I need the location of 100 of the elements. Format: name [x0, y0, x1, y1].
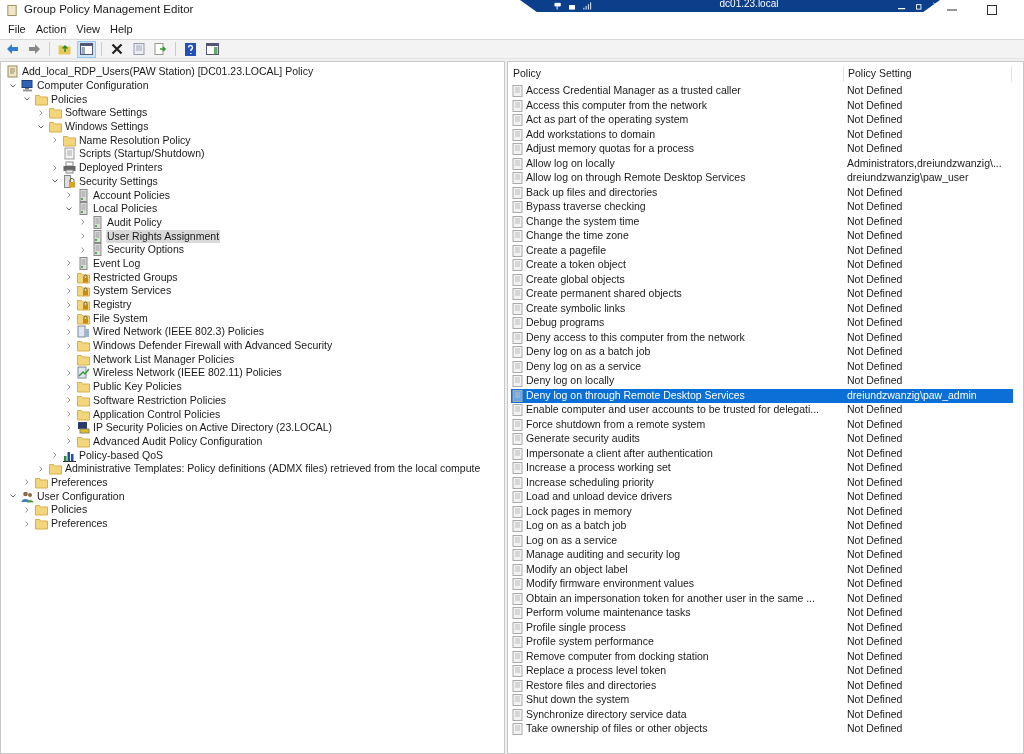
collapsed-chevron-icon[interactable]	[79, 245, 87, 254]
policy-row[interactable]: Enable computer and user accounts to be trusted for delegati... Not Defined	[511, 403, 1013, 418]
policy-row[interactable]: Modify firmware environment values Not Defined	[511, 577, 1013, 592]
policy-row[interactable]: Deny log on locally Not Defined	[511, 374, 1013, 389]
tree-item[interactable]: System Services	[92, 284, 173, 298]
tree-item[interactable]: Security Options	[106, 243, 186, 257]
collapsed-chevron-icon[interactable]	[51, 451, 59, 460]
maximize-icon[interactable]	[987, 5, 997, 15]
tree-item[interactable]: Public Key Policies	[92, 380, 183, 394]
collapsed-chevron-icon[interactable]	[23, 519, 31, 528]
tree-item[interactable]: Policy-based QoS	[78, 448, 165, 462]
policy-row[interactable]: Allow log on through Remote Desktop Services dreiundzwanzig\paw_user	[511, 171, 1013, 186]
policy-row[interactable]: Load and unload device drivers Not Defined	[511, 490, 1013, 505]
policy-row[interactable]: Allow log on locally Administrators,dreiundzwanzig\...	[511, 156, 1013, 171]
policy-row[interactable]: Log on as a service Not Defined	[511, 533, 1013, 548]
tree-item[interactable]: Restricted Groups	[92, 270, 179, 284]
tree-item[interactable]: Application Control Policies	[92, 407, 222, 421]
tree-item[interactable]: Windows Settings	[64, 120, 150, 134]
collapsed-chevron-icon[interactable]	[79, 232, 87, 241]
tree-item[interactable]: Audit Policy	[106, 215, 163, 229]
tree-item[interactable]: Security Settings	[78, 174, 159, 188]
collapsed-chevron-icon[interactable]	[37, 464, 45, 473]
policy-row[interactable]: Create a pagefile Not Defined	[511, 243, 1013, 258]
collapsed-chevron-icon[interactable]	[65, 273, 73, 282]
collapsed-chevron-icon[interactable]	[65, 410, 73, 419]
policy-row[interactable]: Create symbolic links Not Defined	[511, 301, 1013, 316]
collapsed-chevron-icon[interactable]	[65, 327, 73, 336]
tree-item[interactable]: File System	[92, 311, 149, 325]
menu-item[interactable]: Help	[105, 21, 137, 38]
collapsed-chevron-icon[interactable]	[37, 108, 45, 117]
policy-row[interactable]: Force shutdown from a remote system Not Defined	[511, 417, 1013, 432]
policy-row[interactable]: Restore files and directories Not Defined	[511, 678, 1013, 693]
tree-item[interactable]: Add_local_RDP_Users(PAW Station) [DC01.23.LOCAL] Policy	[21, 65, 315, 79]
policy-row[interactable]: Access Credential Manager as a trusted caller Not Defined	[511, 84, 1013, 99]
column-header[interactable]: Policy Setting	[844, 66, 1012, 82]
policy-row[interactable]: Replace a process level token Not Defined	[511, 664, 1013, 679]
collapsed-chevron-icon[interactable]	[65, 314, 73, 323]
policy-row[interactable]: Access this computer from the network Not Defined	[511, 98, 1013, 113]
toolbar-button[interactable]	[203, 40, 222, 58]
tree-item[interactable]: IP Security Policies on Active Directory (23.LOCAL)	[92, 421, 334, 435]
policy-row[interactable]: Deny log on as a service Not Defined	[511, 359, 1013, 374]
policy-row[interactable]: Remove computer from docking station Not Defined	[511, 649, 1013, 664]
tree-item[interactable]: Registry	[92, 298, 133, 312]
policy-row[interactable]: Add workstations to domain Not Defined	[511, 127, 1013, 142]
tree-item[interactable]: Policies	[50, 92, 89, 106]
tree-item[interactable]: Computer Configuration	[36, 79, 150, 93]
collapsed-chevron-icon[interactable]	[65, 259, 73, 268]
tree-item[interactable]: Local Policies	[92, 202, 159, 216]
menu-item[interactable]: File	[4, 21, 30, 38]
policy-row[interactable]: Deny log on through Remote Desktop Services dreiundzwanzig\paw_admin	[511, 388, 1013, 403]
tree-item[interactable]: Wired Network (IEEE 802.3) Policies	[92, 325, 265, 339]
tree-item[interactable]: User Configuration	[36, 489, 126, 503]
policy-row[interactable]: Create global objects Not Defined	[511, 272, 1013, 287]
tree-item[interactable]: Name Resolution Policy	[78, 133, 192, 147]
tree-item[interactable]: Software Restriction Policies	[92, 393, 228, 407]
policy-row[interactable]: Generate security audits Not Defined	[511, 432, 1013, 447]
policy-row[interactable]: Lock pages in memory Not Defined	[511, 504, 1013, 519]
tree-item[interactable]: Windows Defender Firewall with Advanced Security	[92, 339, 334, 353]
policy-row[interactable]: Shut down the system Not Defined	[511, 693, 1013, 708]
column-header[interactable]: Policy	[508, 66, 844, 82]
policy-row[interactable]: Back up files and directories Not Defined	[511, 185, 1013, 200]
collapsed-chevron-icon[interactable]	[65, 368, 73, 377]
policy-row[interactable]: Manage auditing and security log Not Defined	[511, 548, 1013, 563]
policy-row[interactable]: Change the system time Not Defined	[511, 214, 1013, 229]
collapsed-chevron-icon[interactable]	[65, 396, 73, 405]
collapsed-chevron-icon[interactable]	[65, 286, 73, 295]
tree-item[interactable]: Preferences	[50, 475, 109, 489]
policy-row[interactable]: Impersonate a client after authentication Not Defined	[511, 446, 1013, 461]
collapsed-chevron-icon[interactable]	[65, 341, 73, 350]
tree-item[interactable]: Account Policies	[92, 188, 172, 202]
tree-item[interactable]: Software Settings	[64, 106, 149, 120]
tree-item[interactable]: Scripts (Startup/Shutdown)	[78, 147, 206, 161]
collapsed-chevron-icon[interactable]	[51, 136, 59, 145]
policy-row[interactable]: Take ownership of files or other objects Not Defined	[511, 722, 1013, 737]
policy-row[interactable]: Modify an object label Not Defined	[511, 562, 1013, 577]
policy-row[interactable]: Act as part of the operating system Not Defined	[511, 113, 1013, 128]
policy-row[interactable]: Perform volume maintenance tasks Not Defined	[511, 606, 1013, 621]
tree-item[interactable]: Preferences	[50, 517, 109, 531]
policy-row[interactable]: Create permanent shared objects Not Defined	[511, 287, 1013, 302]
collapsed-chevron-icon[interactable]	[23, 505, 31, 514]
tree-item[interactable]: Deployed Printers	[78, 161, 164, 175]
policy-row[interactable]: Increase scheduling priority Not Defined	[511, 475, 1013, 490]
policy-row[interactable]: Profile system performance Not Defined	[511, 635, 1013, 650]
collapsed-chevron-icon[interactable]	[65, 300, 73, 309]
expanded-chevron-icon[interactable]	[9, 81, 17, 90]
collapsed-chevron-icon[interactable]	[51, 163, 59, 172]
expanded-chevron-icon[interactable]	[37, 122, 45, 131]
policy-row[interactable]: Create a token object Not Defined	[511, 258, 1013, 273]
collapsed-chevron-icon[interactable]	[65, 437, 73, 446]
tree-item[interactable]: Wireless Network (IEEE 802.11) Policies	[92, 366, 283, 380]
tree-item[interactable]: Advanced Audit Policy Configuration	[92, 434, 264, 448]
policy-row[interactable]: Obtain an impersonation token for another user in the same ... Not Defined	[511, 591, 1013, 606]
tree-item[interactable]: Administrative Templates: Policy definitions (ADMX files) retrieved from the local compute	[64, 462, 482, 476]
policy-row[interactable]: Deny log on as a batch job Not Defined	[511, 345, 1013, 360]
collapsed-chevron-icon[interactable]	[65, 191, 73, 200]
policy-row[interactable]: Bypass traverse checking Not Defined	[511, 200, 1013, 215]
tree-item[interactable]: Event Log	[92, 256, 142, 270]
policy-row[interactable]: Profile single process Not Defined	[511, 620, 1013, 635]
policy-row[interactable]: Increase a process working set Not Defined	[511, 461, 1013, 476]
policy-row[interactable]: Adjust memory quotas for a process Not Defined	[511, 142, 1013, 157]
